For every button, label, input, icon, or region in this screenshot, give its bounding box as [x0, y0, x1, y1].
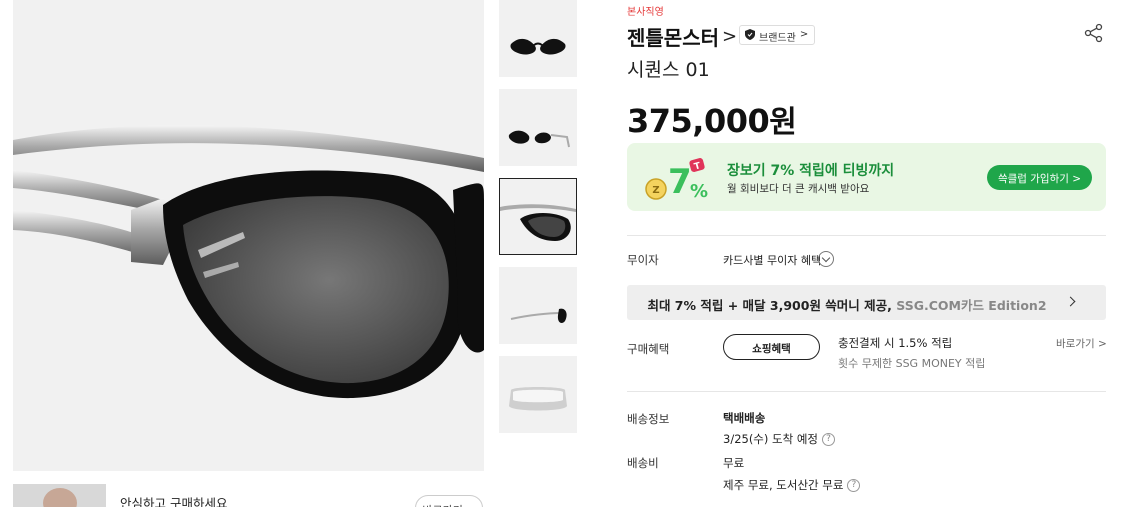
shopping-benefit-button[interactable]: 쇼핑혜택: [723, 334, 820, 360]
card-banner-card-name: SSG.COM카드 Edition2: [896, 298, 1047, 313]
help-icon[interactable]: ?: [822, 432, 836, 446]
brand-link[interactable]: 젠틀몬스터 >: [627, 22, 737, 51]
sunglasses-front-thumb: [499, 0, 577, 77]
main-product-image[interactable]: [13, 0, 484, 471]
promo-title: 장보기 7% 적립에 티빙까지: [727, 163, 895, 179]
ssg-club-join-button[interactable]: 쓱클럽 가입하기 >: [987, 165, 1092, 190]
brand-hall-chevron-icon: >: [799, 29, 809, 40]
card-banner-main: 최대 7% 적립 + 매달 3,900원 쓱머니 제공,: [647, 298, 897, 313]
benefit-shortcut-link[interactable]: 바로가기 >: [1056, 336, 1107, 351]
ssg-club-promo-banner[interactable]: Z 7 % T 장보기 7% 적립에 티빙까지 월 회비보다 더 큰 캐시백 받…: [627, 143, 1106, 211]
arrival-text: 3/25(수) 도착 예정: [723, 432, 819, 446]
shipping-info-label: 배송정보: [627, 412, 670, 426]
chevron-right-icon: [1065, 296, 1076, 307]
official-store-tag: 본사직영: [627, 7, 664, 18]
seven-percent-badge-icon: Z 7 % T: [645, 158, 708, 202]
divider: [627, 391, 1106, 392]
shipping-fee-extra: 제주 무료, 도서산간 무료 ?: [723, 477, 861, 493]
price-number: 375,000: [627, 102, 770, 140]
svg-text:Z: Z: [652, 185, 659, 196]
case-thumb: [499, 356, 577, 433]
promo-subtitle: 월 회비보다 더 큰 캐시백 받아요: [727, 183, 870, 195]
safe-purchase-button[interactable]: 바로가기 >: [415, 495, 483, 507]
brand-hall-label: 브랜드관: [759, 33, 796, 44]
brand-name: 젠틀몬스터: [627, 26, 719, 50]
svg-text:7: 7: [668, 162, 692, 202]
shield-icon: [745, 29, 755, 40]
brand-chevron-icon: >: [722, 26, 738, 47]
sunglasses-closeup-image: [13, 0, 484, 471]
help-icon[interactable]: ?: [847, 478, 861, 492]
thumbnail-3[interactable]: [499, 178, 577, 255]
thumbnail-2[interactable]: [499, 89, 577, 166]
share-icon[interactable]: [1084, 23, 1104, 43]
benefit-subtitle: 횟수 무제한 SSG MONEY 적립: [838, 357, 986, 370]
seller-photo: [13, 484, 106, 507]
purchase-benefit-label: 구매혜택: [627, 342, 670, 356]
price-unit: 원: [769, 105, 797, 140]
shipping-type: 택배배송: [723, 411, 766, 425]
brand-hall-button[interactable]: 브랜드관 >: [739, 25, 816, 45]
thumbnail-5[interactable]: [499, 356, 577, 433]
chevron-down-icon[interactable]: [818, 251, 834, 267]
sunglasses-closeup-thumb: [500, 179, 576, 254]
thumbnail-1[interactable]: [499, 0, 577, 77]
safe-purchase-text: 안심하고 구매하세요: [120, 496, 228, 507]
product-name: 시퀀스 01: [627, 59, 710, 81]
svg-text:%: %: [690, 181, 708, 202]
sunglasses-angle-thumb: [499, 89, 577, 166]
divider: [627, 235, 1106, 236]
thumbnail-4[interactable]: [499, 267, 577, 344]
arrival-estimate: 3/25(수) 도착 예정 ?: [723, 431, 836, 447]
installment-benefit-text[interactable]: 카드사별 무이자 혜택: [723, 252, 821, 268]
ssg-card-banner[interactable]: 최대 7% 적립 + 매달 3,900원 쓱머니 제공, SSG.COM카드 E…: [627, 285, 1106, 320]
shipping-fee-extra-text: 제주 무료, 도서산간 무료: [723, 478, 844, 492]
card-banner-text: 최대 7% 적립 + 매달 3,900원 쓱머니 제공, SSG.COM카드 E…: [627, 295, 1067, 314]
sunglasses-side-thumb: [499, 267, 577, 344]
shipping-fee-label: 배송비: [627, 456, 659, 470]
benefit-title: 충전결제 시 1.5% 적립: [838, 336, 953, 350]
installment-label: 무이자: [627, 253, 659, 267]
price: 375,000원: [627, 97, 797, 141]
shipping-fee: 무료: [723, 456, 745, 470]
